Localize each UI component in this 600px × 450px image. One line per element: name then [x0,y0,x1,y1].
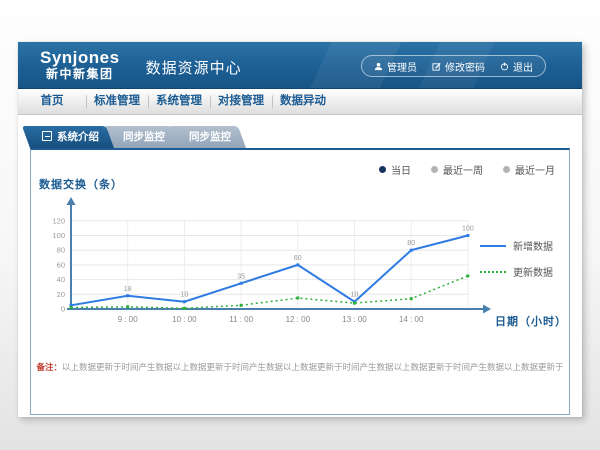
logo-title: Synjones [40,49,120,67]
logo-subtitle: 新中新集团 [40,68,120,81]
svg-text:20: 20 [57,290,65,299]
user-icon [374,62,383,71]
svg-text:12 : 00: 12 : 00 [286,315,311,324]
nav-item-2[interactable]: 系统管理 [148,89,210,114]
user-menu: 管理员 修改密码 退出 [361,55,546,77]
legend-item-1: 更新数据 [480,264,553,279]
tab-label: 系统介绍 [57,131,99,143]
main-nav: 首页标准管理系统管理对接管理数据异动 [18,89,582,115]
svg-text:100: 100 [462,226,474,233]
tab-0[interactable]: 系统介绍 [30,126,121,148]
nav-item-4[interactable]: 数据异动 [272,89,334,114]
main-window: Synjones 新中新集团 数据资源中心 管理员修改密码退出 首页标准管理系统… [18,42,582,417]
footnote-prefix: 备注： [36,362,62,372]
user-menu-item-0[interactable]: 管理员 [374,59,417,74]
legend-label: 更新数据 [513,264,553,279]
svg-text:13 : 00: 13 : 00 [342,315,367,324]
app-header: Synjones 新中新集团 数据资源中心 管理员 修改密码 退出 [18,42,582,89]
svg-text:10: 10 [181,292,189,299]
svg-text:80: 80 [57,246,65,255]
svg-text:100: 100 [52,231,65,240]
svg-text:14 : 00: 14 : 00 [399,315,424,324]
user-menu-label: 管理员 [387,59,417,74]
legend-label: 新增数据 [513,238,553,253]
svg-text:9 : 00: 9 : 00 [118,315,139,324]
footnote-text: 以上数据更新于时间产生数据以上数据更新于时间产生数据以上数据更新于时间产生数据以… [62,362,564,372]
nav-item-0[interactable]: 首页 [18,89,86,114]
y-axis-title: 数据交换（条） [39,176,123,192]
time-filter-label: 最近一月 [515,162,555,177]
svg-text:60: 60 [57,260,65,269]
radio-dot-icon [379,166,386,173]
time-filter-1[interactable]: 最近一周 [431,162,483,177]
user-menu-label: 修改密码 [445,59,485,74]
legend-line-icon [480,271,506,273]
svg-text:80: 80 [407,240,415,247]
nav-item-1[interactable]: 标准管理 [86,89,148,114]
tab-2[interactable]: 同步监控 [177,126,253,148]
svg-text:40: 40 [57,275,65,284]
svg-text:35: 35 [237,273,245,280]
nav-item-3[interactable]: 对接管理 [210,89,272,114]
tab-label: 同步监控 [123,131,165,143]
svg-text:120: 120 [52,216,65,225]
legend-item-0: 新增数据 [480,238,553,253]
time-filter-2[interactable]: 最近一月 [503,162,555,177]
svg-text:10 : 00: 10 : 00 [172,315,197,324]
tab-bar: 系统介绍 同步监控 同步监控 [30,126,570,148]
user-menu-item-1[interactable]: 修改密码 [432,59,485,74]
time-filter-label: 当日 [391,162,411,177]
svg-text:18: 18 [124,286,132,293]
svg-text:0: 0 [61,305,65,314]
edit-icon [432,62,441,71]
svg-text:11 : 00: 11 : 00 [229,315,253,324]
chart-legend: 新增数据更新数据 [480,238,553,279]
user-menu-label: 退出 [513,59,533,74]
tab-label: 同步监控 [189,131,231,143]
svg-text:60: 60 [294,255,302,262]
power-icon [500,62,509,71]
page-title: 数据资源中心 [146,57,242,78]
time-filter-label: 最近一周 [443,162,483,177]
time-filter-0[interactable]: 当日 [379,162,411,177]
svg-text:日期（小时）: 日期（小时） [495,314,567,328]
radio-dot-icon [503,166,510,173]
document-icon [42,131,52,141]
footnote: 备注：以上数据更新于时间产生数据以上数据更新于时间产生数据以上数据更新于时间产生… [31,361,569,373]
svg-text:10: 10 [351,292,359,299]
company-logo: Synjones 新中新集团 [40,49,120,80]
content-area: 系统介绍 同步监控 同步监控 当日 最近一周 最近一月 数据交换（条） 0 20 40 60 8… [18,115,582,415]
user-menu-item-2[interactable]: 退出 [500,59,533,74]
legend-line-icon [480,245,506,247]
time-filter-group: 当日 最近一周 最近一月 [379,162,555,177]
chart-panel: 当日 最近一周 最近一月 数据交换（条） 0 20 40 60 80 100 120 9 : 00… [30,148,570,415]
radio-dot-icon [431,166,438,173]
